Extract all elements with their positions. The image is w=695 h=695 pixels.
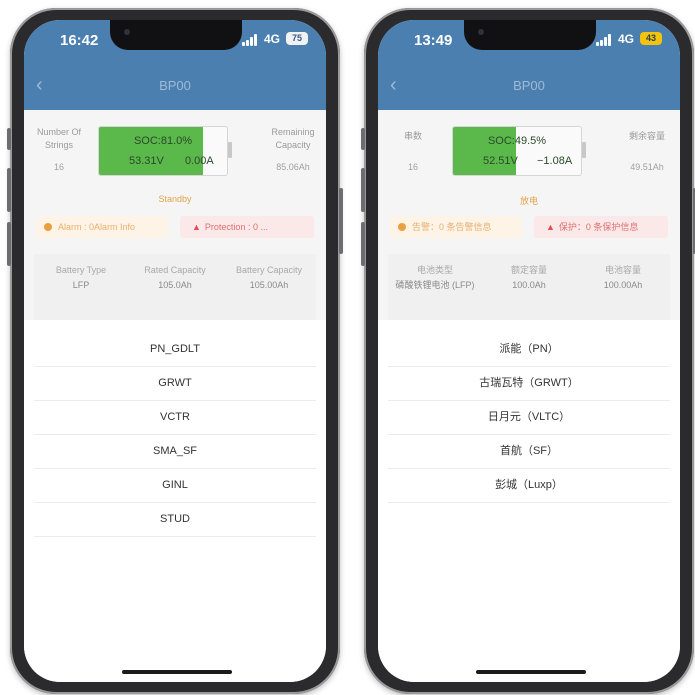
current-value: 0.00A: [185, 155, 214, 167]
volume-down-button: [7, 222, 11, 266]
info-label: Battery Capacity: [235, 265, 303, 275]
info-value: 100.0Ah: [512, 280, 546, 290]
alarm-icon: [44, 223, 52, 231]
page-title: BP00: [159, 78, 191, 93]
current-value: −1.08A: [537, 155, 573, 167]
remaining-label: Remaining Capacity: [271, 127, 315, 150]
network-type: 4G: [263, 32, 280, 46]
info-battery-capacity: 电池容量 100.00Ah: [578, 264, 668, 291]
alarm-text: 告警：0 条告警信息: [412, 222, 492, 232]
protection-bar[interactable]: ▲ 保护：0 条保护信息: [534, 216, 668, 238]
battery-info-card: 电池类型 磷酸铁锂电池 (LFP) 额定容量 100.0Ah 电池容量 100.…: [388, 254, 670, 320]
remaining-label: 剩余容量: [628, 131, 665, 141]
nav-bar: ‹ BP00: [378, 62, 680, 110]
option-item[interactable]: GINL: [34, 468, 316, 503]
volume-down-button: [361, 222, 365, 266]
protection-bar[interactable]: ▲ Protection : 0 ...: [180, 216, 314, 238]
volume-up-button: [7, 168, 11, 212]
option-item[interactable]: GRWT: [34, 366, 316, 401]
battery-state: 放电: [519, 196, 538, 206]
option-item[interactable]: SMA_SF: [34, 434, 316, 469]
battery-overview: 串数 16 SOC:49.5% 52.51V −1.08A 剩余容量 49.51…: [378, 110, 680, 320]
soc-text: SOC:81.0%: [133, 135, 193, 147]
phone-frame-right: 13:49 4G 43 ‹ BP00 串数 16 SOC:49.5% 52.51…: [361, 8, 695, 694]
mute-switch: [7, 128, 11, 150]
option-item[interactable]: 古瑞瓦特（GRWT）: [388, 366, 670, 401]
info-value: 105.0Ah: [158, 280, 192, 290]
info-battery-capacity: Battery Capacity 105.00Ah: [224, 264, 314, 291]
info-value: 100.00Ah: [603, 280, 643, 290]
option-item[interactable]: STUD: [34, 502, 316, 537]
status-bar: 16:42 4G 75: [24, 20, 326, 62]
info-value: LFP: [72, 280, 90, 290]
battery-icon: 75: [286, 32, 308, 45]
option-item[interactable]: PN_GDLT: [34, 332, 316, 367]
camera-dot: [124, 29, 130, 35]
volume-up-button: [361, 168, 365, 212]
soc-battery-gauge: SOC:49.5% 52.51V −1.08A: [452, 126, 582, 176]
info-battery-type: 电池类型 磷酸铁锂电池 (LFP): [390, 264, 480, 291]
info-rated-capacity: 额定容量 100.0Ah: [484, 264, 574, 291]
notch: [110, 20, 242, 50]
option-item[interactable]: 日月元（VLTC）: [388, 400, 670, 435]
info-rated-capacity: Rated Capacity 105.0Ah: [130, 264, 220, 291]
strings-label: Number Of Strings: [36, 127, 81, 150]
info-label: Battery Type: [55, 265, 107, 275]
alarm-bar[interactable]: 告警：0 条告警信息: [390, 216, 522, 238]
page-title: BP00: [513, 78, 545, 93]
alarm-text: Alarm : 0Alarm Info: [58, 222, 136, 232]
camera-dot: [478, 29, 484, 35]
network-type: 4G: [617, 32, 634, 46]
battery-terminal: [228, 142, 232, 158]
protocol-picker-sheet: 派能（PN） 古瑞瓦特（GRWT） 日月元（VLTC） 首航（SF） 彭城（Lu…: [378, 320, 680, 682]
nav-bar: ‹ BP00: [24, 62, 326, 110]
home-indicator[interactable]: [122, 670, 232, 674]
info-value: 105.00Ah: [249, 280, 289, 290]
screen-left: 16:42 4G 75 ‹ BP00 Number Of Strings 16 …: [24, 20, 326, 682]
info-label: 电池类型: [416, 265, 453, 275]
protection-text: Protection : 0 ...: [204, 222, 268, 232]
option-item[interactable]: 派能（PN）: [388, 332, 670, 367]
info-label: Rated Capacity: [144, 265, 206, 275]
status-bar: 13:49 4G 43: [378, 20, 680, 62]
protocol-picker-sheet: PN_GDLT GRWT VCTR SMA_SF GINL STUD: [24, 320, 326, 682]
remaining-value: 85.06Ah: [276, 162, 310, 172]
power-button: [339, 188, 343, 254]
home-indicator[interactable]: [476, 670, 586, 674]
status-time: 16:42: [60, 32, 99, 49]
mute-switch: [361, 128, 365, 150]
battery-icon: 43: [640, 32, 662, 45]
soc-battery-gauge: SOC:81.0% 53.31V 0.00A: [98, 126, 228, 176]
remaining-value: 49.51Ah: [630, 162, 664, 172]
voltage-value: 52.51V: [483, 155, 518, 167]
signal-icon: [242, 34, 260, 46]
siren-icon: ▲: [546, 222, 555, 232]
info-value: 磷酸铁锂电池 (LFP): [395, 280, 475, 290]
strings-value: 16: [407, 162, 418, 172]
info-label: 电池容量: [604, 265, 641, 275]
strings-label: 串数: [403, 131, 422, 141]
signal-icon: [596, 34, 614, 46]
screen-right: 13:49 4G 43 ‹ BP00 串数 16 SOC:49.5% 52.51…: [378, 20, 680, 682]
option-item[interactable]: 首航（SF）: [388, 434, 670, 469]
option-item[interactable]: VCTR: [34, 400, 316, 435]
voltage-value: 53.31V: [129, 155, 164, 167]
info-label: 额定容量: [510, 265, 547, 275]
battery-terminal: [582, 142, 586, 158]
strings-value: 16: [53, 162, 64, 172]
status-time: 13:49: [414, 32, 453, 49]
option-item[interactable]: 彭城（Luxp）: [388, 468, 670, 503]
soc-text: SOC:49.5%: [487, 135, 547, 147]
battery-overview: Number Of Strings 16 SOC:81.0% 53.31V 0.…: [24, 110, 326, 320]
phone-frame-left: 16:42 4G 75 ‹ BP00 Number Of Strings 16 …: [7, 8, 343, 694]
protection-text: 保护：0 条保护信息: [558, 222, 639, 232]
alarm-icon: [398, 223, 406, 231]
battery-info-card: Battery Type LFP Rated Capacity 105.0Ah …: [34, 254, 316, 320]
notch: [464, 20, 596, 50]
siren-icon: ▲: [192, 222, 201, 232]
battery-state: Standby: [158, 194, 192, 204]
alarm-bar[interactable]: Alarm : 0Alarm Info: [36, 216, 168, 238]
info-battery-type: Battery Type LFP: [36, 264, 126, 291]
